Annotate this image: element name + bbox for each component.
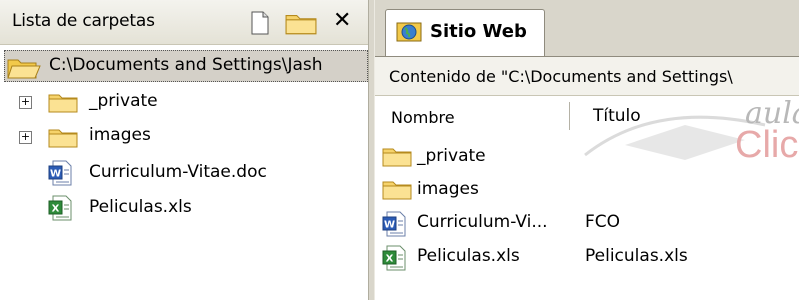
expand-icon[interactable]: + [19, 96, 32, 109]
folder-icon [382, 178, 412, 204]
list-item[interactable]: Curriculum-Vi... FCO [375, 208, 799, 238]
tree-item-label: _private [89, 91, 158, 111]
folder-list-header: Lista de carpetas ✕ [0, 0, 368, 45]
website-view-pane: Sitio Web Contenido de "C:\Documents and… [375, 0, 799, 300]
file-name: Peliculas.xls [417, 246, 520, 266]
new-folder-icon[interactable] [285, 11, 317, 35]
list-item[interactable]: _private [375, 142, 799, 172]
tab-sitio-web[interactable]: Sitio Web [385, 9, 545, 57]
tabs-bar: Sitio Web [375, 0, 799, 57]
folder-list-title: Lista de carpetas [12, 11, 155, 31]
tree-root-folder[interactable]: C:\Documents and Settings\Jash [4, 50, 368, 82]
content-path-label: Contenido de "C:\Documents and Settings\ [389, 67, 733, 86]
expand-icon[interactable]: + [19, 131, 32, 144]
tree-item-label: Peliculas.xls [89, 197, 192, 217]
close-icon[interactable]: ✕ [333, 9, 351, 33]
file-title: FCO [585, 212, 621, 232]
file-name: images [417, 179, 479, 199]
column-header-name[interactable]: Nombre [391, 108, 455, 127]
pane-splitter[interactable] [368, 0, 375, 300]
word-doc-icon [382, 211, 406, 241]
tree-item-curriculum[interactable]: Curriculum-Vitae.doc [19, 159, 359, 189]
website-globe-icon [396, 21, 422, 47]
new-page-icon[interactable] [250, 11, 270, 35]
tree-item-peliculas[interactable]: Peliculas.xls [19, 194, 359, 224]
folder-icon [48, 126, 78, 152]
excel-xls-icon [48, 195, 72, 225]
tree-root-label: C:\Documents and Settings\Jash [49, 55, 323, 75]
file-name: _private [417, 146, 486, 166]
tree-item-private[interactable]: + _private [19, 88, 359, 118]
folder-list-pane: Lista de carpetas ✕ C:\Documents and Set… [0, 0, 368, 300]
tree-item-images[interactable]: + images [19, 123, 359, 153]
folder-icon [382, 145, 412, 171]
folder-icon [48, 91, 78, 117]
list-item[interactable]: Peliculas.xls Peliculas.xls [375, 242, 799, 272]
excel-xls-icon [382, 245, 406, 275]
file-title: Peliculas.xls [585, 246, 688, 266]
word-doc-icon [48, 160, 72, 190]
folder-open-icon [7, 56, 41, 84]
tree-item-label: Curriculum-Vitae.doc [89, 162, 267, 182]
tab-label: Sitio Web [430, 21, 527, 42]
file-name: Curriculum-Vi... [417, 212, 548, 232]
list-item[interactable]: images [375, 175, 799, 205]
content-path-bar: Contenido de "C:\Documents and Settings\ [375, 56, 799, 96]
tree-item-label: images [89, 125, 151, 145]
